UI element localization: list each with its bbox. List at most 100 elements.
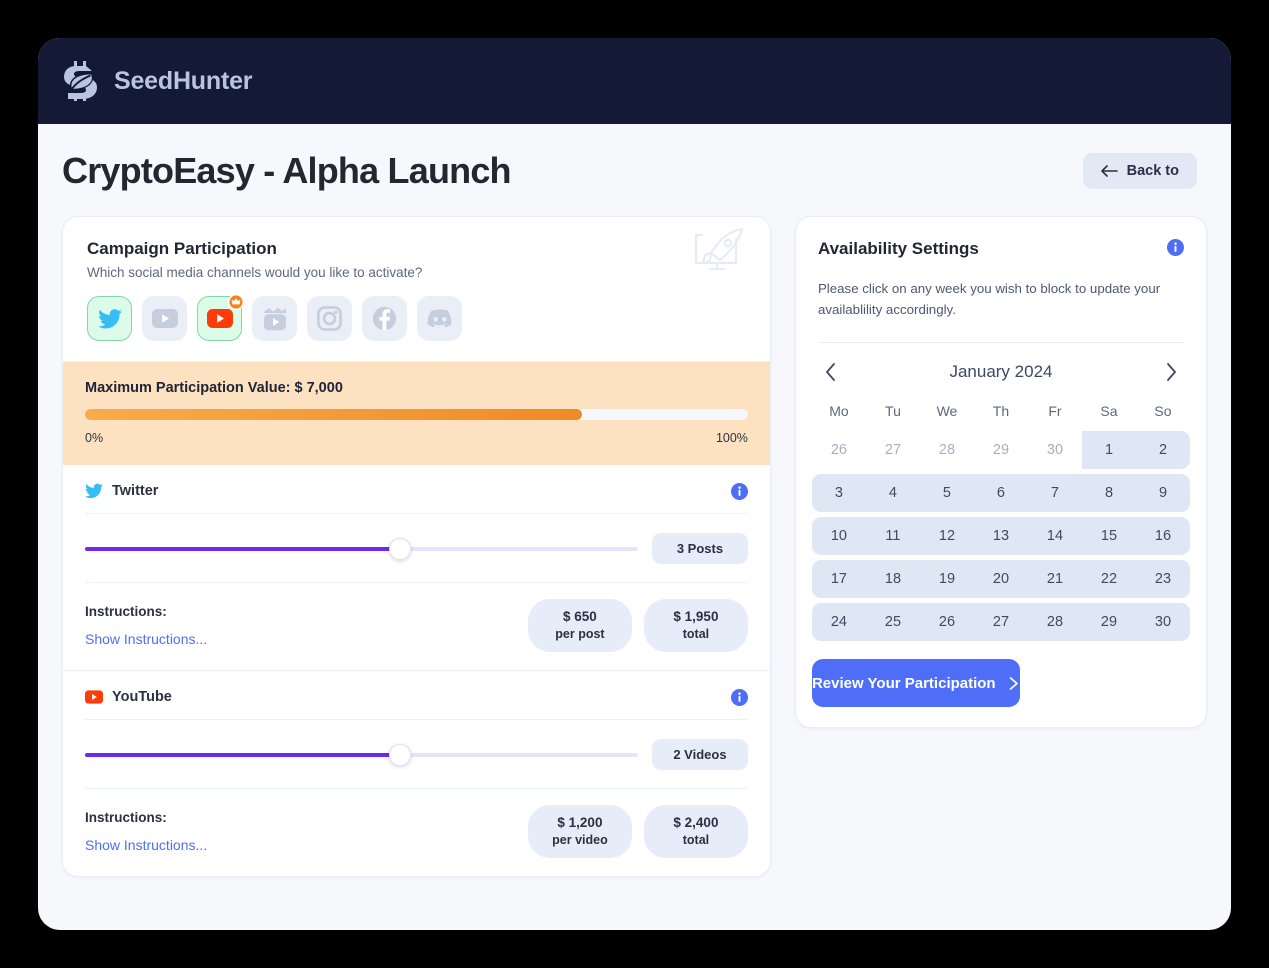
instructions-row: Instructions: Show Instructions... $ 650… — [85, 583, 748, 670]
availability-header: Availability Settings — [796, 217, 1206, 259]
calendar-day-cell[interactable]: 2 — [1136, 431, 1190, 469]
videos-slider[interactable] — [85, 743, 638, 766]
calendar-day-cell[interactable]: 7 — [1028, 474, 1082, 512]
posts-slider[interactable] — [85, 537, 638, 560]
channel-tiktok[interactable] — [252, 296, 297, 341]
calendar-day-cell[interactable]: 4 — [866, 474, 920, 512]
calendar-next-button[interactable] — [1158, 359, 1184, 385]
calendar-weekday: Th — [992, 403, 1010, 420]
info-icon[interactable] — [730, 688, 748, 706]
price-pill-total: $ 2,400 total — [643, 805, 748, 859]
calendar-day-cell[interactable]: 21 — [1028, 560, 1082, 598]
calendar-day-cell[interactable]: 5 — [920, 474, 974, 512]
channel-youtube-premium[interactable] — [197, 294, 244, 341]
calendar-day-cell[interactable]: 3 — [812, 474, 866, 512]
slider-thumb[interactable] — [389, 743, 412, 766]
channel-instagram[interactable] — [307, 296, 352, 341]
max-participation-progress-fill — [85, 409, 583, 420]
calendar-day-cell[interactable]: 20 — [974, 560, 1028, 598]
channel-name: YouTube — [112, 689, 172, 706]
back-button-label: Back to — [1126, 163, 1179, 179]
price-unit: per post — [555, 627, 605, 642]
crown-icon — [228, 294, 244, 310]
campaign-header: Campaign Participation Which social medi… — [63, 217, 770, 280]
slider-count-badge: 3 Posts — [651, 533, 748, 564]
campaign-title: Campaign Participation — [87, 239, 277, 258]
channel-selector — [63, 280, 770, 362]
calendar-day-cell[interactable]: 15 — [1082, 517, 1136, 555]
availability-note: Please click on any week you wish to blo… — [817, 281, 1161, 317]
slider-thumb[interactable] — [389, 537, 412, 560]
calendar-weekday: Sa — [1100, 403, 1118, 420]
calendar-weeks: 26 27 28 29 30 1 2 3 4 5 6 7 8 9 10 11 12 13 14 15 16 17 18 19 2… — [811, 431, 1190, 642]
calendar-day-cell[interactable]: 16 — [1136, 517, 1190, 555]
slider-fill — [85, 752, 401, 757]
calendar-weekday: Fr — [1048, 403, 1062, 420]
rocket-launch-icon — [694, 228, 743, 270]
back-button[interactable]: Back to — [1082, 153, 1197, 189]
facebook-icon — [372, 306, 397, 331]
calendar-day-cell[interactable]: 25 — [866, 603, 920, 641]
calendar-day-cell[interactable]: 29 — [1082, 603, 1136, 641]
price-unit: per video — [552, 833, 608, 848]
slider-count-badge: 2 Videos — [651, 739, 748, 771]
calendar-week-row[interactable]: 26 27 28 29 30 1 2 — [811, 431, 1190, 470]
calendar-week-row[interactable]: 24 25 26 27 28 29 30 — [811, 603, 1190, 642]
calendar-day-cell[interactable]: 8 — [1082, 474, 1136, 512]
calendar-day-cell[interactable]: 27 — [866, 431, 920, 469]
availability-title: Availability Settings — [817, 239, 979, 258]
show-instructions-link[interactable]: Show Instructions... — [85, 837, 207, 853]
calendar-day-cell[interactable]: 28 — [920, 431, 974, 469]
price-pills: $ 1,200 per video $ 2,400 total — [527, 805, 748, 859]
calendar-week-row[interactable]: 3456789 — [811, 474, 1190, 513]
channel-discord[interactable] — [417, 296, 462, 341]
calendar-day-cell[interactable]: 9 — [1136, 474, 1190, 512]
calendar-day-cell[interactable]: 10 — [812, 517, 866, 555]
calendar-day-cell[interactable]: 12 — [920, 517, 974, 555]
page-title: CryptoEasy - Alpha Launch — [62, 150, 512, 191]
calendar-day-cell[interactable]: 30 — [1136, 603, 1190, 641]
calendar-week-row[interactable]: 17 18 19 20 21 22 23 — [811, 560, 1190, 599]
channel-facebook[interactable] — [362, 296, 407, 341]
chevron-right-icon — [1009, 676, 1018, 690]
calendar-day-cell[interactable]: 17 — [812, 560, 866, 598]
calendar-day-cell[interactable]: 30 — [1028, 431, 1082, 469]
price-pills: $ 650 per post $ 1,950 total — [527, 599, 748, 653]
review-participation-button[interactable]: Review Your Participation — [811, 659, 1020, 708]
calendar-day-cell[interactable]: 23 — [1136, 560, 1190, 598]
calendar-week-row[interactable]: 10 11 12 13 14 15 16 — [811, 517, 1190, 556]
calendar-day-cell[interactable]: 27 — [974, 603, 1028, 641]
calendar-day-cell[interactable]: 14 — [1028, 517, 1082, 555]
calendar-day-cell[interactable]: 26 — [920, 603, 974, 641]
calendar-day-cell[interactable]: 26 — [812, 431, 866, 469]
calendar-weekday: We — [936, 403, 958, 420]
channel-block-header: Twitter — [85, 465, 748, 514]
calendar-weekday: So — [1154, 403, 1172, 420]
calendar-day-cell[interactable]: 6 — [974, 474, 1028, 512]
brand[interactable]: SeedHunter — [62, 61, 253, 101]
youtube-icon — [85, 690, 103, 704]
calendar-day-cell[interactable]: 13 — [974, 517, 1028, 555]
channel-name: Twitter — [112, 483, 159, 499]
calendar-day-cell[interactable]: 19 — [920, 560, 974, 598]
campaign-participation-card: Campaign Participation Which social medi… — [62, 216, 771, 878]
calendar-prev-button[interactable] — [818, 359, 844, 385]
calendar-month-label: January 2024 — [949, 362, 1053, 382]
calendar-day-cell[interactable]: 28 — [1028, 603, 1082, 641]
info-icon[interactable] — [1167, 239, 1184, 256]
info-icon[interactable] — [730, 482, 748, 500]
review-button-label: Review Your Participation — [811, 674, 996, 692]
calendar-day-cell[interactable]: 22 — [1082, 560, 1136, 598]
calendar-day-cell[interactable]: 11 — [866, 517, 920, 555]
calendar-day-cell[interactable]: 1 — [1082, 431, 1136, 469]
calendar-day-cell[interactable]: 18 — [866, 560, 920, 598]
channel-twitter[interactable] — [87, 296, 132, 341]
price-amount: $ 2,400 — [673, 815, 719, 831]
campaign-column: Campaign Participation Which social medi… — [62, 216, 771, 878]
show-instructions-link[interactable]: Show Instructions... — [85, 631, 207, 647]
campaign-subtitle: Which social media channels would you li… — [87, 265, 423, 280]
channel-youtube[interactable] — [142, 296, 187, 341]
calendar-nav: January 2024 — [796, 343, 1206, 393]
calendar-day-cell[interactable]: 29 — [974, 431, 1028, 469]
calendar-day-cell[interactable]: 24 — [812, 603, 866, 641]
